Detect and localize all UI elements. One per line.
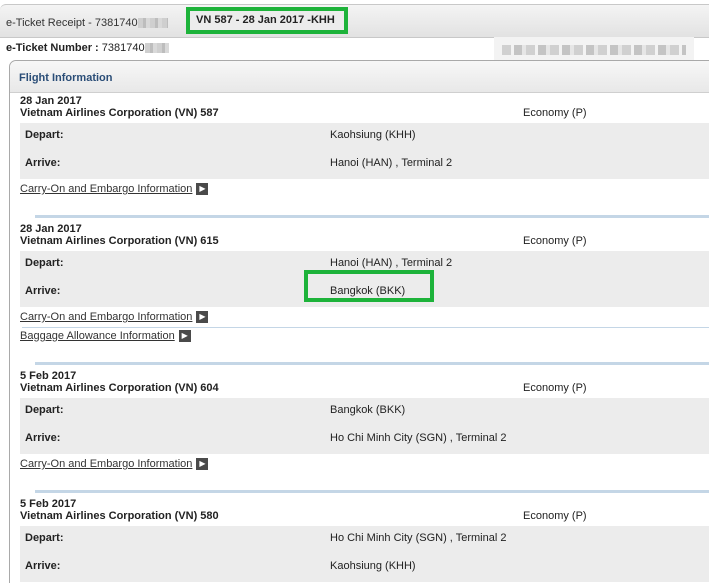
arrive-label: Arrive: xyxy=(25,432,61,444)
cabin-class: Economy (P) xyxy=(523,235,587,247)
flight-summary-highlight: VN 587 - 28 Jan 2017 -KHH xyxy=(186,7,348,34)
flight-segment: 28 Jan 2017 Vietnam Airlines Corporation… xyxy=(20,95,709,198)
arrow-right-icon[interactable]: ▶ xyxy=(196,458,209,471)
depart-value: Bangkok (BKK) xyxy=(330,404,406,416)
depart-row: Depart: Ho Chi Minh City (SGN) , Termina… xyxy=(20,526,709,554)
flight-date: 28 Jan 2017 xyxy=(20,223,82,235)
receipt-title-text: e-Ticket Receipt - 7381740 xyxy=(6,17,138,29)
flight-date: 5 Feb 2017 xyxy=(20,370,77,382)
arrive-value: Hanoi (HAN) , Terminal 2 xyxy=(330,157,453,169)
depart-label: Depart: xyxy=(25,404,64,416)
airline-name: Vietnam Airlines Corporation (VN) 580 xyxy=(20,510,219,522)
arrow-right-icon[interactable]: ▶ xyxy=(178,330,191,343)
flight-details: Depart: Bangkok (BKK) Arrive: Ho Chi Min… xyxy=(20,398,709,454)
arrive-row: Arrive: Kaohsiung (KHH) xyxy=(20,554,709,582)
arrow-right-icon[interactable]: ▶ xyxy=(196,311,209,324)
flight-airline: Vietnam Airlines Corporation (VN) 615 Ec… xyxy=(20,235,709,249)
destination-highlight-box xyxy=(304,270,434,302)
arrive-row: Arrive: Hanoi (HAN) , Terminal 2 xyxy=(20,151,709,179)
segment-divider xyxy=(35,490,709,493)
baggage-row: Baggage Allowance Information ▶ xyxy=(20,326,709,345)
arrive-label: Arrive: xyxy=(25,285,61,297)
baggage-link[interactable]: Baggage Allowance Information xyxy=(20,330,175,342)
cabin-class: Economy (P) xyxy=(523,107,587,119)
arrive-label: Arrive: xyxy=(25,560,61,572)
cabin-class: Economy (P) xyxy=(523,382,587,394)
section-title: Flight Information xyxy=(10,61,709,93)
depart-value: Ho Chi Minh City (SGN) , Terminal 2 xyxy=(330,532,507,544)
airline-name: Vietnam Airlines Corporation (VN) 615 xyxy=(20,235,219,247)
depart-label: Depart: xyxy=(25,532,64,544)
receipt-title: e-Ticket Receipt - 7381740 xyxy=(6,17,168,29)
flight-information-panel: Flight Information 28 Jan 2017 Vietnam A… xyxy=(9,60,709,583)
segment-divider xyxy=(35,362,709,365)
flight-airline: Vietnam Airlines Corporation (VN) 587 Ec… xyxy=(20,107,709,121)
redacted-block xyxy=(137,18,168,29)
arrive-row: Arrive: Ho Chi Minh City (SGN) , Termina… xyxy=(20,426,709,454)
flight-date: 28 Jan 2017 xyxy=(20,95,82,107)
flight-airline: Vietnam Airlines Corporation (VN) 580 Ec… xyxy=(20,510,709,524)
depart-label: Depart: xyxy=(25,257,64,269)
carry-on-link[interactable]: Carry-On and Embargo Information xyxy=(20,458,192,470)
arrow-right-icon[interactable]: ▶ xyxy=(196,183,209,196)
carry-on-row: Carry-On and Embargo Information ▶ xyxy=(20,454,709,473)
redacted-block xyxy=(144,43,169,54)
flight-segment: 5 Feb 2017 Vietnam Airlines Corporation … xyxy=(20,370,709,473)
flight-date: 5 Feb 2017 xyxy=(20,498,77,510)
cabin-class: Economy (P) xyxy=(523,510,587,522)
depart-value: Kaohsiung (KHH) xyxy=(330,129,416,141)
flight-details: Depart: Ho Chi Minh City (SGN) , Termina… xyxy=(20,526,709,582)
link-divider xyxy=(22,327,709,328)
depart-value: Hanoi (HAN) , Terminal 2 xyxy=(330,257,453,269)
ticket-number-label: e-Ticket Number : xyxy=(6,42,99,54)
flight-details: Depart: Kaohsiung (KHH) Arrive: Hanoi (H… xyxy=(20,123,709,179)
segment-divider xyxy=(35,215,709,218)
carry-on-link[interactable]: Carry-On and Embargo Information xyxy=(20,311,192,323)
ticket-number-row: e-Ticket Number : 7381740 xyxy=(6,42,169,54)
depart-row: Depart: Bangkok (BKK) xyxy=(20,398,709,426)
airline-name: Vietnam Airlines Corporation (VN) 587 xyxy=(20,107,219,119)
carry-on-row: Carry-On and Embargo Information ▶ xyxy=(20,179,709,198)
arrive-label: Arrive: xyxy=(25,157,61,169)
arrive-value: Kaohsiung (KHH) xyxy=(330,560,416,572)
depart-row: Depart: Kaohsiung (KHH) xyxy=(20,123,709,151)
receipt-title-bar: e-Ticket Receipt - 7381740 xyxy=(0,4,709,38)
carry-on-row: Carry-On and Embargo Information ▶ xyxy=(20,307,709,326)
flight-summary-text: VN 587 - 28 Jan 2017 -KHH xyxy=(196,14,335,26)
flight-airline: Vietnam Airlines Corporation (VN) 604 Ec… xyxy=(20,382,709,396)
arrive-value: Ho Chi Minh City (SGN) , Terminal 2 xyxy=(330,432,507,444)
ticket-number-value: 7381740 xyxy=(101,42,145,54)
flight-segment: 5 Feb 2017 Vietnam Airlines Corporation … xyxy=(20,498,709,582)
carry-on-link[interactable]: Carry-On and Embargo Information xyxy=(20,183,192,195)
depart-label: Depart: xyxy=(25,129,64,141)
airline-name: Vietnam Airlines Corporation (VN) 604 xyxy=(20,382,219,394)
